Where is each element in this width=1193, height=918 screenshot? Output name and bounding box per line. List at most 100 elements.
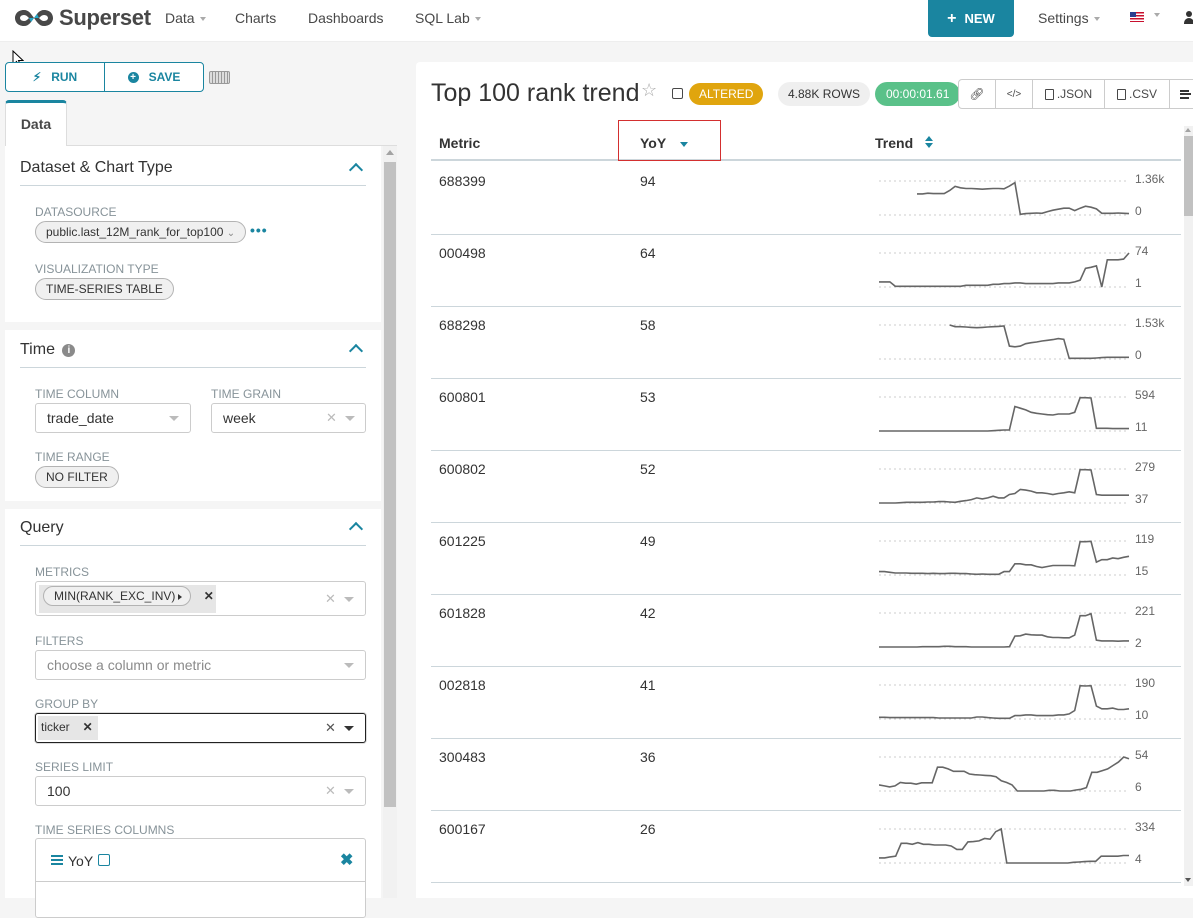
chart-title[interactable]: Top 100 rank trend [431,79,639,108]
drag-handle-icon[interactable] [51,855,63,865]
sparkline[interactable]: 74 1 [879,241,1169,301]
remove-metric-icon[interactable]: ✕ [204,589,214,603]
column-header-metric[interactable]: Metric [439,135,480,151]
control-panel-scrollbar[interactable] [383,146,397,898]
metric-cell: 002818 [439,677,486,693]
export-json-button[interactable]: .JSON [1032,80,1104,108]
nav-dashboards[interactable]: Dashboards [308,10,384,26]
tab-data-label: Data [20,116,52,132]
groupby-chip[interactable]: ticker ✕ [38,716,98,740]
flag-us-icon[interactable] [1130,12,1144,22]
edit-icon[interactable] [672,88,683,99]
sparkline-svg [879,324,1129,360]
clear-icon[interactable]: ✕ [325,714,336,742]
menu-icon [1180,89,1191,99]
tab-data[interactable]: Data [5,100,67,146]
scrollbar-thumb[interactable] [1184,136,1193,216]
sparkline[interactable]: 279 37 [879,457,1169,517]
scroll-up-icon[interactable] [1185,128,1191,132]
time-grain-label: TIME GRAIN [211,387,282,401]
sparkline[interactable]: 1.36k 0 [879,169,1169,229]
groupby-select[interactable]: ticker ✕ ✕ [35,713,366,743]
yoy-cell: 53 [640,389,656,405]
time-column-select[interactable]: trade_date [35,403,191,433]
time-grain-select[interactable]: week ✕ [211,403,366,433]
metric-chip-label[interactable]: MIN(RANK_EXC_INV) [43,586,192,606]
sort-icon[interactable] [925,136,933,148]
chevron-up-icon[interactable] [348,343,364,359]
brand[interactable]: Superset [12,5,151,31]
clear-icon[interactable]: ✕ [326,404,337,432]
yoy-cell: 42 [640,605,656,621]
export-csv-button[interactable]: .CSV [1104,80,1169,108]
nav-charts-label: Charts [235,10,277,26]
table-row: 601225 49 119 15 [431,523,1181,595]
chart-panel: Top 100 rank trend ☆ ALTERED 4.88K ROWS … [416,62,1193,898]
scroll-up-icon[interactable] [386,150,394,155]
chevron-up-icon[interactable] [348,521,364,537]
copy-link-button[interactable]: 🔗︎ [959,80,995,108]
datasource-select[interactable]: public.last_12M_rank_for_top100 ⌄ [35,221,247,243]
sparkline-max-label: 279 [1135,460,1156,474]
scrollbar-thumb[interactable] [384,162,396,807]
settings-label: Settings [1038,10,1089,26]
sparkline[interactable]: 334 4 [879,817,1169,877]
yoy-cell: 49 [640,533,656,549]
settings-menu[interactable]: Settings [1038,10,1100,26]
keyboard-icon[interactable] [209,71,230,84]
sparkline[interactable]: 594 11 [879,385,1169,445]
new-button[interactable]: + NEW [928,0,1014,37]
chart-scrollbar[interactable] [1184,126,1193,886]
column-header-trend[interactable]: Trend [875,135,913,151]
sparkline-min-label: 15 [1135,564,1149,578]
user-icon[interactable] [1184,11,1193,25]
sparkline-series [879,468,1129,504]
nav-charts[interactable]: Charts [235,10,276,26]
yoy-cell: 94 [640,173,656,189]
info-icon[interactable]: i [62,344,76,357]
clear-icon[interactable]: ✕ [325,585,336,613]
star-icon[interactable]: ☆ [641,80,657,101]
run-button[interactable]: ⚡︎ RUN [6,63,104,91]
table-header: Metric YoY Trend [431,125,1181,161]
sparkline[interactable]: 119 15 [879,529,1169,589]
scroll-down-icon[interactable] [1185,878,1191,882]
sparkline[interactable]: 54 6 [878,745,1169,805]
table-row: 600167 26 334 4 [431,811,1181,883]
sparkline[interactable]: 1.53k 0 [879,313,1169,373]
sparkline[interactable]: 190 10 [879,673,1169,733]
section-title-dataset: Dataset & Chart Type [20,159,173,176]
series-limit-select[interactable]: 100 ✕ [35,776,366,806]
save-button[interactable]: + SAVE [104,63,203,91]
chevron-up-icon[interactable] [348,162,364,178]
remove-icon[interactable]: ✖ [340,850,353,870]
more-menu-button[interactable] [1169,80,1193,108]
sparkline-series [879,252,1130,288]
time-grain-value: week [223,410,256,426]
sparkline-max-label: 1.53k [1135,316,1165,330]
altered-badge[interactable]: ALTERED [689,83,764,105]
edit-icon[interactable] [98,854,110,866]
ts-column-item[interactable]: YoY ✖ [36,839,365,882]
caret-down-icon[interactable] [1154,13,1160,17]
filters-select[interactable]: choose a column or metric [35,650,366,680]
metrics-label: METRICS [35,565,89,579]
sparkline-min-label: 37 [1135,492,1149,506]
sparkline-max-label: 190 [1135,676,1156,690]
viz-type-select[interactable]: TIME-SERIES TABLE [35,278,174,300]
more-options-icon[interactable]: ••• [250,222,268,238]
yoy-cell: 52 [640,461,656,477]
time-range-select[interactable]: NO FILTER [35,466,119,488]
nav-sql-lab-menu[interactable]: SQL Lab [415,10,481,26]
embed-code-button[interactable]: </> [995,80,1032,108]
metric-chip[interactable]: MIN(RANK_EXC_INV) ✕ [39,585,216,613]
table-body: 688399 94 1.36k 0 000498 64 74 1 688298 58 1.53k 0 6… [431,163,1181,883]
nav-data-menu[interactable]: Data [165,10,206,26]
table-row: 000498 64 74 1 [431,235,1181,307]
brand-name: Superset [59,5,151,30]
clear-icon[interactable]: ✕ [325,777,336,805]
remove-groupby-icon[interactable]: ✕ [83,720,93,734]
sparkline[interactable]: 221 2 [879,601,1169,661]
sparkline-max-label: 1.36k [1135,172,1165,186]
metrics-select[interactable]: MIN(RANK_EXC_INV) ✕ ✕ [35,581,366,616]
